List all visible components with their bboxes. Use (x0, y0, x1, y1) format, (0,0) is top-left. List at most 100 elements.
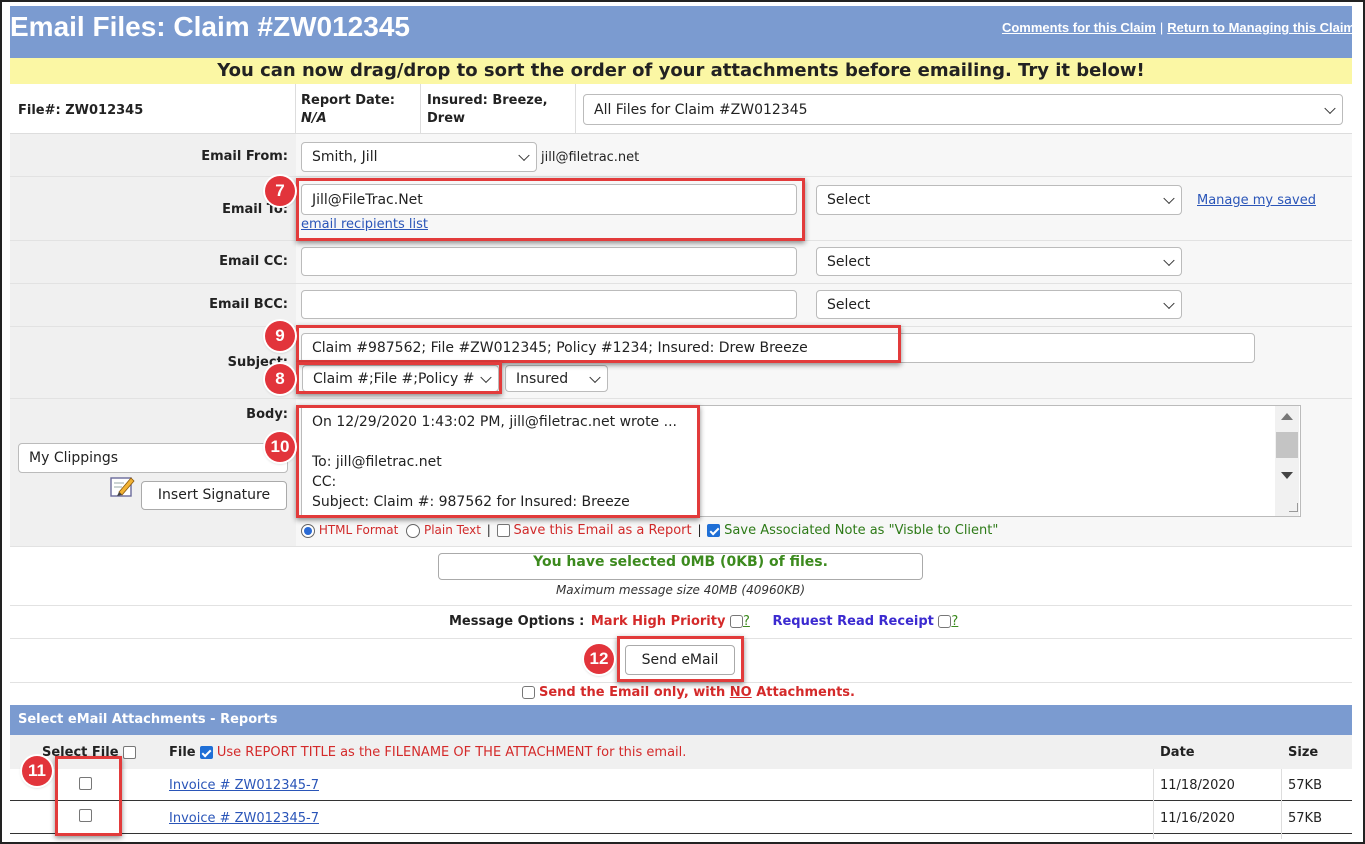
email-bcc-input[interactable] (301, 290, 797, 319)
drag-drop-banner: You can now drag/drop to sort the order … (10, 58, 1352, 84)
attachment-file-link[interactable]: Invoice # ZW012345-7 (169, 778, 319, 793)
email-to-select[interactable]: Select (816, 185, 1182, 215)
report-date-value: N/A (301, 111, 327, 126)
use-title-checkbox[interactable] (199, 746, 213, 759)
header-links: Comments for this Claim | Return to Managi… (1002, 20, 1355, 35)
email-from-address: jill@filetrac.net (541, 150, 640, 165)
report-date-label: Report Date: (301, 93, 396, 108)
size-column-header: Size (1288, 745, 1319, 760)
divider (1281, 769, 1282, 839)
divider (1153, 769, 1154, 839)
no-attachments-checkbox[interactable] (522, 686, 535, 699)
highlight-subject (296, 325, 901, 363)
callout-badge: 7 (265, 176, 295, 206)
manage-saved-link[interactable]: Manage my saved (1197, 193, 1316, 208)
help-link[interactable]: ? (743, 614, 750, 629)
insured-name-cont: Drew (427, 111, 466, 126)
high-priority-checkbox[interactable] (730, 615, 743, 628)
html-format-radio[interactable] (301, 523, 315, 538)
callout-badge: 12 (584, 644, 614, 674)
plain-text-label: Plain Text (423, 523, 481, 537)
callout-badge: 10 (265, 432, 295, 462)
format-options: HTML Format Plain Text | Save this Email… (301, 523, 998, 538)
save-as-report-checkbox[interactable] (496, 524, 510, 537)
email-to-label: Email To: (222, 202, 288, 217)
save-note-label: Save Associated Note as "Visble to Clien… (724, 523, 999, 538)
attachment-file-link[interactable]: Invoice # ZW012345-7 (169, 811, 319, 826)
max-size-note: Maximum message size 40MB (40960KB) (555, 583, 806, 597)
select-all-checkbox[interactable] (123, 746, 137, 759)
high-priority-label: Mark High Priority (590, 614, 726, 629)
email-cc-select-value: Select (827, 253, 871, 270)
divider (10, 283, 1352, 284)
body-label: Body: (246, 407, 288, 422)
no-attachments-tail: Attachments. (756, 685, 855, 700)
highlight-email-to (296, 178, 805, 241)
attachment-date: 11/18/2020 (1160, 778, 1235, 793)
no-attachments-no: NO (729, 685, 752, 700)
email-bcc-label: Email BCC: (209, 297, 288, 312)
file-header-label: File (169, 745, 196, 760)
divider (10, 546, 1352, 547)
callout-badge: 8 (265, 364, 295, 394)
callout-badge: 11 (22, 756, 52, 786)
email-cc-input[interactable] (301, 247, 797, 276)
divider (10, 176, 1352, 177)
attachments-section-header: Select eMail Attachments - Reports (10, 705, 1352, 735)
edit-pencil-icon[interactable] (110, 475, 136, 499)
scroll-thumb[interactable] (1276, 432, 1298, 458)
date-column-header: Date (1160, 745, 1195, 760)
files-select-value: All Files for Claim #ZW012345 (594, 101, 808, 118)
resize-handle-icon[interactable] (1289, 503, 1298, 512)
highlight-subject-template (296, 362, 502, 394)
email-bcc-select[interactable]: Select (816, 290, 1182, 319)
subject-label: Subject: (227, 355, 288, 370)
chevron-down-icon (1324, 102, 1336, 114)
subject-insured-value: Insured (516, 370, 569, 387)
highlight-body (296, 405, 700, 518)
attachment-date: 11/16/2020 (1160, 811, 1235, 826)
files-select[interactable]: All Files for Claim #ZW012345 (583, 94, 1343, 125)
plain-text-radio[interactable] (406, 523, 421, 538)
comments-link[interactable]: Comments for this Claim (1002, 20, 1156, 35)
my-clippings-value: My Clippings (29, 450, 119, 466)
scroll-down-icon[interactable] (1281, 472, 1293, 479)
scroll-up-icon[interactable] (1281, 413, 1293, 420)
insert-signature-button[interactable]: Insert Signature (141, 481, 287, 510)
return-link[interactable]: Return to Managing this Claim (1167, 20, 1355, 35)
chevron-down-icon (1163, 192, 1175, 205)
selected-size-indicator: You have selected 0MB (0KB) of files. (438, 553, 923, 580)
divider (575, 84, 576, 134)
use-title-label: Use REPORT TITLE as the FILENAME OF THE … (216, 745, 687, 760)
highlight-select-files (55, 756, 122, 836)
subject-insured-select[interactable]: Insured (505, 365, 608, 392)
read-receipt-label: Request Read Receipt (772, 614, 934, 629)
email-cc-label: Email CC: (219, 254, 288, 269)
callout-badge: 9 (265, 321, 295, 351)
file-column-header: File Use REPORT TITLE as the FILENAME OF… (169, 745, 686, 760)
chevron-down-icon (1163, 254, 1175, 266)
email-from-value: Smith, Jill (312, 149, 378, 165)
divider (10, 682, 1352, 683)
separator-bar: | (697, 523, 702, 537)
separator-bar: | (486, 523, 491, 537)
insured-name: Insured: Breeze, (427, 93, 548, 108)
chevron-down-icon (518, 149, 530, 162)
email-from-select[interactable]: Smith, Jill (301, 142, 537, 172)
help-link[interactable]: ? (951, 614, 958, 629)
attachment-size: 57KB (1288, 778, 1322, 793)
highlight-send (617, 636, 744, 682)
divider (10, 605, 1352, 606)
no-attachments-label: Send the Email only, with (539, 685, 726, 700)
save-note-checkbox[interactable] (707, 524, 721, 537)
email-from-label: Email From: (201, 149, 288, 164)
save-as-report-label: Save this Email as a Report (513, 523, 692, 538)
body-scrollbar[interactable] (1275, 406, 1299, 516)
file-number: File#: ZW012345 (18, 103, 144, 118)
html-format-label: HTML Format (318, 523, 399, 537)
my-clippings-select[interactable]: My Clippings (18, 443, 288, 473)
email-cc-select[interactable]: Select (816, 247, 1182, 276)
divider (420, 84, 421, 134)
chevron-down-icon (1163, 297, 1175, 309)
read-receipt-checkbox[interactable] (938, 615, 952, 628)
